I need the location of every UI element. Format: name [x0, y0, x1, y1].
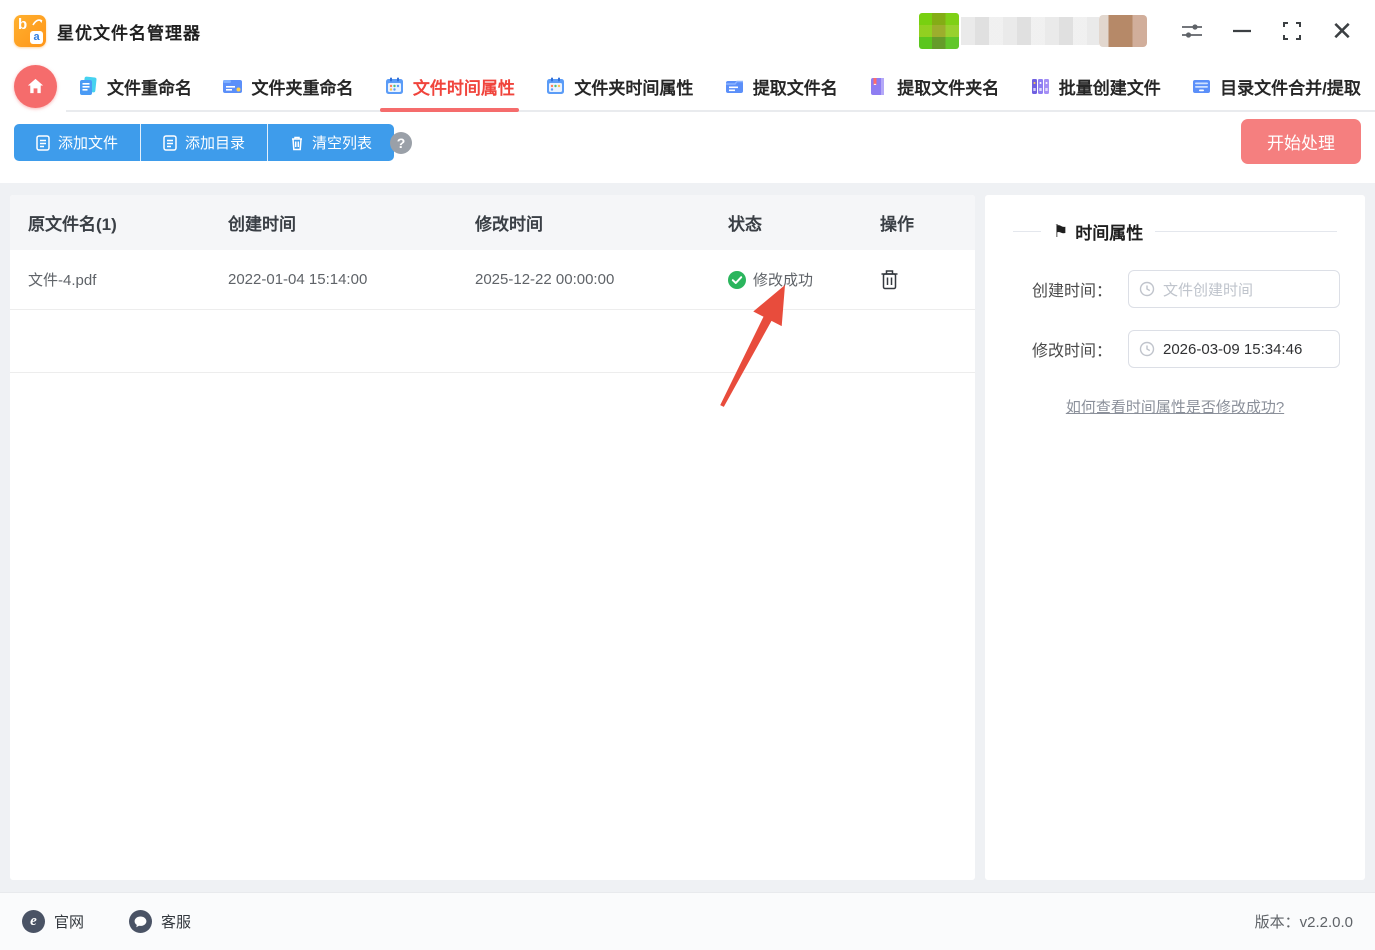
clear-list-label: 清空列表: [312, 135, 373, 152]
help-icon[interactable]: ?: [390, 132, 412, 154]
minimize-button[interactable]: [1225, 14, 1259, 48]
tab-label: 提取文件名: [752, 78, 838, 98]
tab-bar: 文件重命名 文件夹重命名 文件时间属性 文件夹时间属性 提取文件名 提取文件夹名: [0, 62, 1375, 112]
tab-folder-time-attrs[interactable]: 文件夹时间属性: [545, 62, 693, 110]
folder-rename-icon: [222, 76, 243, 97]
panel-title-row: ⚑ 时间属性: [1013, 219, 1337, 244]
chat-bubble-icon: [129, 910, 153, 933]
tab-label: 目录文件合并/提取: [1220, 78, 1361, 98]
app-title: 星优文件名管理器: [57, 23, 201, 43]
support-label: 客服: [161, 914, 192, 931]
website-label: 官网: [54, 914, 85, 931]
col-header-modified: 修改时间: [475, 215, 543, 234]
version-text: 版本：v2.2.0.0: [1254, 914, 1353, 931]
add-file-label: 添加文件: [58, 135, 119, 152]
add-directory-button[interactable]: 添加目录: [141, 124, 269, 161]
extract-filename-icon: [724, 76, 745, 97]
add-file-button[interactable]: 添加文件: [14, 124, 142, 161]
merge-extract-icon: [1191, 76, 1212, 97]
extract-foldername-icon: [868, 76, 889, 97]
app-window: b a 星优文件名管理器 ✕ 文件重命名 文件夹重命名 文件时间属性 文件夹时间…: [0, 0, 1375, 950]
modified-time-input[interactable]: 2026-03-09 15:34:46: [1128, 330, 1340, 368]
tab-merge-extract[interactable]: 目录文件合并/提取: [1191, 62, 1361, 110]
clock-icon: [1139, 281, 1155, 297]
customer-service-link[interactable]: 客服: [129, 910, 191, 933]
cell-action: [862, 269, 975, 290]
time-attributes-panel: ⚑ 时间属性 创建时间： 文件创建时间 修改时间： 2026-03-09 15:…: [985, 195, 1365, 880]
add-directory-label: 添加目录: [185, 135, 246, 152]
browser-icon: e: [22, 910, 45, 933]
clear-list-button[interactable]: 清空列表: [268, 124, 395, 161]
tab-label: 文件重命名: [107, 78, 192, 98]
start-process-button[interactable]: 开始处理: [1241, 119, 1361, 164]
tab-label: 批量创建文件: [1058, 78, 1161, 98]
file-rename-icon: [78, 76, 99, 97]
created-time-row: 创建时间： 文件创建时间: [1029, 270, 1365, 308]
tab-file-time-attrs[interactable]: 文件时间属性: [379, 62, 519, 112]
title-bar: b a 星优文件名管理器 ✕: [0, 0, 1375, 62]
modified-time-row: 修改时间： 2026-03-09 15:34:46: [1029, 330, 1365, 368]
directory-icon: [163, 134, 177, 151]
tab-batch-create[interactable]: 批量创建文件: [1030, 62, 1161, 110]
cell-filename: 文件-4.pdf: [28, 272, 97, 289]
cell-status: 修改成功: [710, 269, 862, 290]
success-check-icon: [728, 270, 746, 289]
delete-row-button[interactable]: [880, 269, 899, 290]
app-logo-icon: b a: [14, 15, 46, 47]
file-table-panel: 原文件名(1) 创建时间 修改时间 状态 操作 文件-4.pdf 2022-01…: [10, 195, 975, 880]
cell-modified-time: 2025-12-22 00:00:00: [475, 271, 615, 288]
tab-label: 提取文件夹名: [897, 78, 1000, 98]
tab-label: 文件时间属性: [412, 78, 515, 98]
created-time-placeholder: 文件创建时间: [1163, 281, 1254, 299]
table-row: 文件-4.pdf 2022-01-04 15:14:00 2025-12-22 …: [10, 250, 975, 310]
tab-label: 文件夹时间属性: [574, 78, 694, 98]
tab-extract-foldername[interactable]: 提取文件夹名: [868, 62, 999, 110]
close-button[interactable]: ✕: [1325, 14, 1359, 48]
modified-time-value: 2026-03-09 15:34:46: [1163, 340, 1303, 358]
panel-title: 时间属性: [1075, 224, 1144, 243]
file-time-icon: [384, 76, 405, 97]
how-to-verify-link[interactable]: 如何查看时间属性是否修改成功?: [1066, 399, 1284, 416]
col-header-action: 操作: [880, 215, 914, 234]
clock-icon: [1139, 341, 1155, 357]
created-time-label: 创建时间：: [1031, 283, 1112, 300]
tab-file-rename[interactable]: 文件重命名: [78, 62, 192, 110]
official-website-link[interactable]: e 官网: [22, 910, 84, 933]
maximize-button[interactable]: [1275, 14, 1309, 48]
trash-icon: [881, 270, 898, 290]
created-time-input[interactable]: 文件创建时间: [1128, 270, 1340, 308]
settings-sliders-icon[interactable]: [1175, 14, 1209, 48]
home-button[interactable]: [14, 65, 57, 108]
blurred-account-info: [919, 13, 1147, 49]
flag-icon: ⚑: [1053, 221, 1069, 241]
avatar: [919, 13, 959, 49]
col-header-created: 创建时间: [228, 215, 296, 234]
batch-create-icon: [1030, 76, 1051, 97]
file-icon: [36, 134, 50, 151]
tab-label: 文件夹重命名: [251, 78, 354, 98]
folder-time-icon: [545, 76, 566, 97]
home-icon: [27, 78, 44, 94]
modified-time-label: 修改时间：: [1031, 343, 1112, 360]
tab-extract-filename[interactable]: 提取文件名: [724, 62, 838, 110]
col-header-filename: 原文件名(1): [28, 215, 117, 234]
toolbar: 添加文件 添加目录 清空列表 ? 开始处理: [0, 114, 1375, 183]
status-text: 修改成功: [753, 272, 814, 289]
col-header-status: 状态: [728, 215, 762, 234]
trash-icon: [292, 136, 303, 150]
footer-bar: e 官网 客服 版本：v2.2.0.0: [0, 892, 1375, 950]
table-header-row: 原文件名(1) 创建时间 修改时间 状态 操作: [10, 195, 975, 250]
cell-created-time: 2022-01-04 15:14:00: [228, 271, 368, 288]
tab-folder-rename[interactable]: 文件夹重命名: [222, 62, 353, 110]
empty-table-row: [10, 310, 975, 373]
